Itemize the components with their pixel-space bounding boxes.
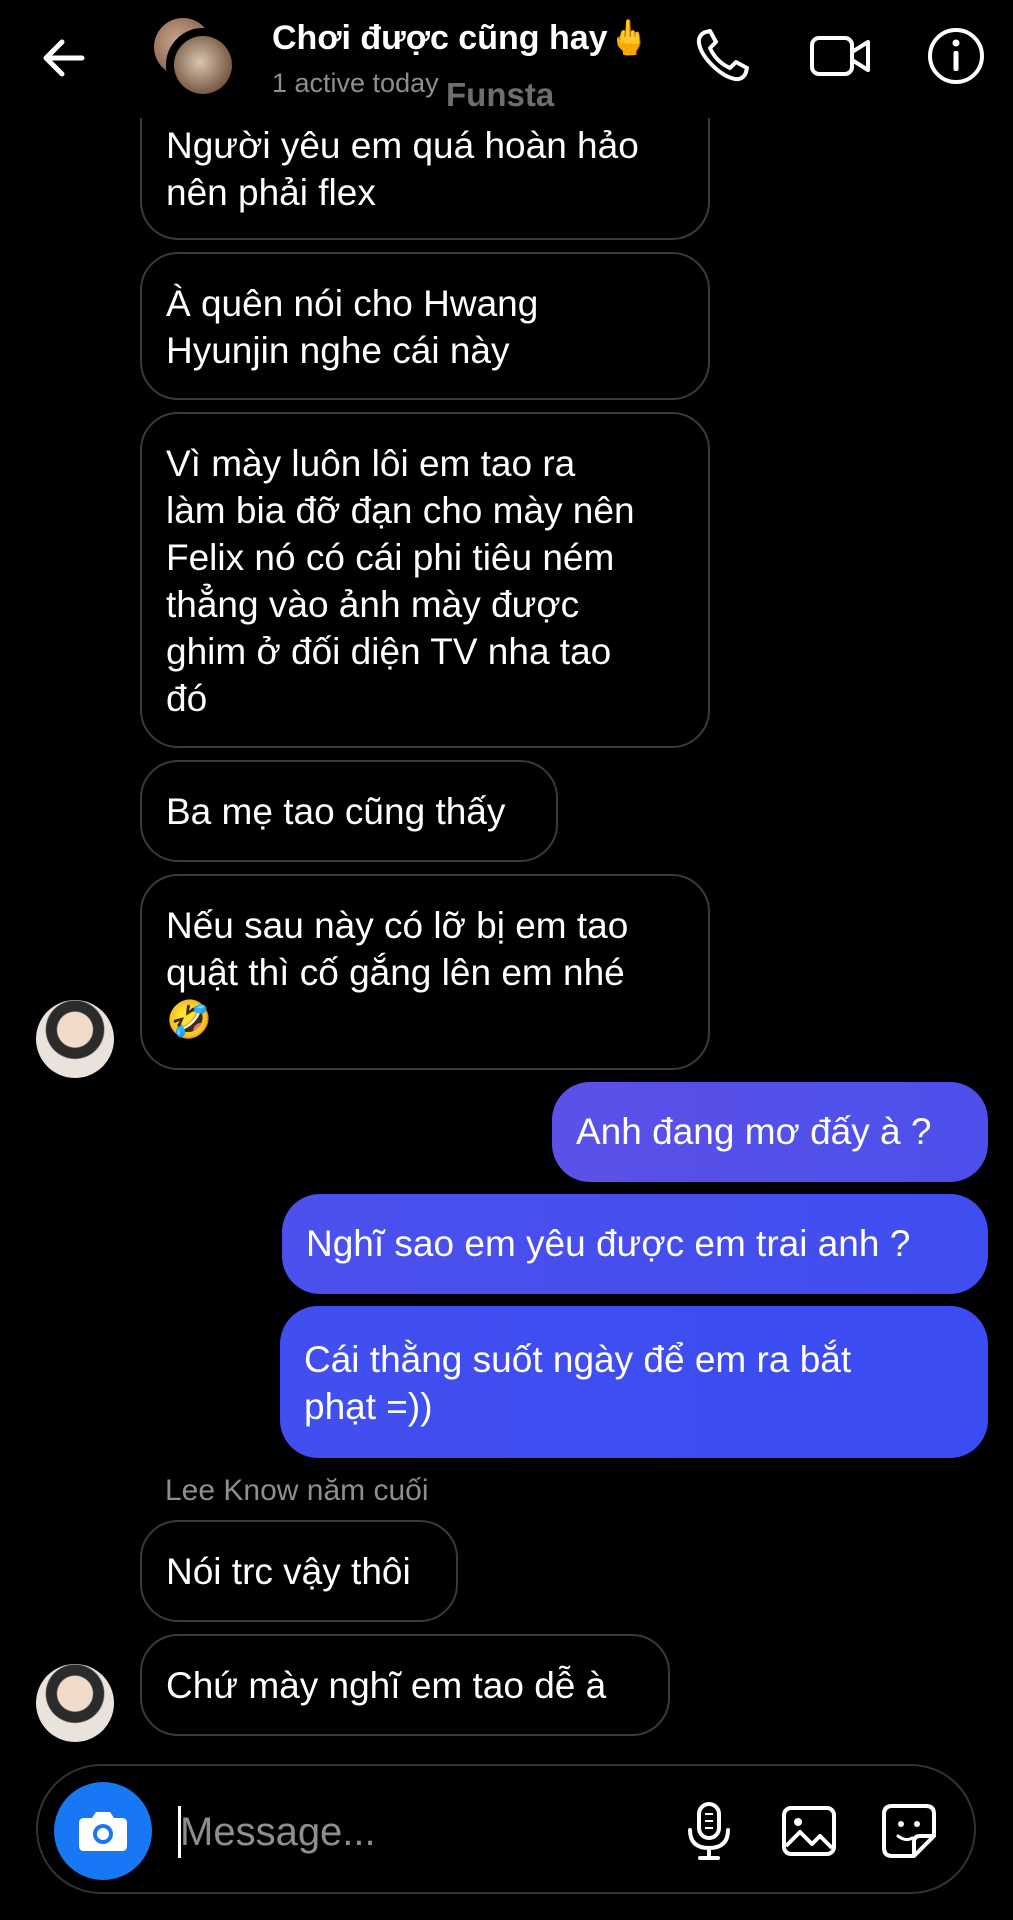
gallery-button[interactable] — [774, 1796, 844, 1866]
message-line: Nói trc vậy thôi — [166, 1551, 411, 1592]
message-line: Nếu sau này có lỡ bị em tao — [166, 905, 629, 946]
sent-message[interactable]: Anh đang mơ đấy à ? — [552, 1082, 988, 1182]
message-line: Ba mẹ tao cũng thấy — [166, 791, 506, 832]
message-line: Nghĩ sao em yêu được em trai anh ? — [306, 1223, 911, 1264]
back-arrow-icon — [43, 39, 85, 77]
chat-title[interactable]: Chơi được cũng hay🖕 — [272, 18, 650, 58]
message-line: thẳng vào ảnh mày được — [166, 584, 580, 625]
received-message[interactable]: Vì mày luôn lôi em tao ra làm bia đỡ đạn… — [140, 412, 710, 748]
active-status: 1 active today — [272, 68, 439, 98]
sticker-icon — [882, 1804, 936, 1858]
video-call-button[interactable] — [808, 24, 872, 88]
sender-avatar[interactable] — [36, 1000, 114, 1078]
received-message[interactable]: À quên nói cho Hwang Hyunjin nghe cái nà… — [140, 252, 710, 400]
message-line: ghim ở đối diện TV nha tao — [166, 631, 612, 672]
camera-button[interactable] — [54, 1782, 152, 1880]
camera-icon — [79, 1812, 127, 1851]
received-message[interactable]: Người yêu em quá hoàn hảo nên phải flex — [140, 118, 710, 240]
sent-message[interactable]: Nghĩ sao em yêu được em trai anh ? — [282, 1194, 988, 1294]
back-button[interactable] — [36, 30, 92, 86]
message-line: Người yêu em quá hoàn hảo — [166, 125, 639, 166]
sticker-button[interactable] — [874, 1796, 944, 1866]
sender-name: Lee Know năm cuối — [165, 1474, 429, 1507]
message-line: Felix nó có cái phi tiêu ném — [166, 537, 615, 578]
message-composer — [36, 1764, 976, 1894]
received-message[interactable]: Ba mẹ tao cũng thấy — [140, 760, 558, 862]
phone-icon — [696, 29, 749, 82]
received-message[interactable]: Chứ mày nghĩ em tao dễ à — [140, 1634, 670, 1736]
voice-message-button[interactable] — [674, 1796, 744, 1866]
message-line: Chứ mày nghĩ em tao dễ à — [166, 1665, 607, 1706]
message-line: nên phải flex — [166, 172, 376, 213]
message-line: phạt =)) — [304, 1386, 433, 1427]
message-line: Anh đang mơ đấy à ? — [576, 1111, 932, 1152]
avatar-primary — [166, 28, 240, 102]
call-button[interactable] — [690, 24, 754, 88]
emoji: 🤣 — [166, 999, 213, 1040]
video-icon — [810, 36, 870, 76]
message-line: Hyunjin nghe cái này — [166, 330, 510, 371]
message-line: Cái thằng suốt ngày để em ra bắt — [304, 1339, 852, 1380]
info-icon — [928, 28, 984, 84]
group-avatar[interactable] — [152, 14, 262, 104]
sent-message[interactable]: Cái thằng suốt ngày để em ra bắt phạt =)… — [280, 1306, 988, 1458]
message-line: làm bia đỡ đạn cho mày nên — [166, 490, 635, 531]
microphone-icon — [688, 1802, 730, 1860]
received-message[interactable]: Nếu sau này có lỡ bị em tao quật thì cố … — [140, 874, 710, 1070]
message-line: đó — [166, 678, 208, 719]
sender-avatar[interactable] — [36, 1664, 114, 1742]
message-line: Vì mày luôn lôi em tao ra — [166, 443, 576, 484]
message-input[interactable] — [178, 1796, 682, 1868]
message-line: quật thì cố gắng lên em nhé — [166, 952, 625, 993]
message-line: À quên nói cho Hwang — [166, 283, 539, 324]
received-message[interactable]: Nói trc vậy thôi — [140, 1520, 458, 1622]
gallery-icon — [782, 1806, 836, 1856]
watermark: Funsta — [446, 76, 555, 113]
info-button[interactable] — [924, 24, 988, 88]
